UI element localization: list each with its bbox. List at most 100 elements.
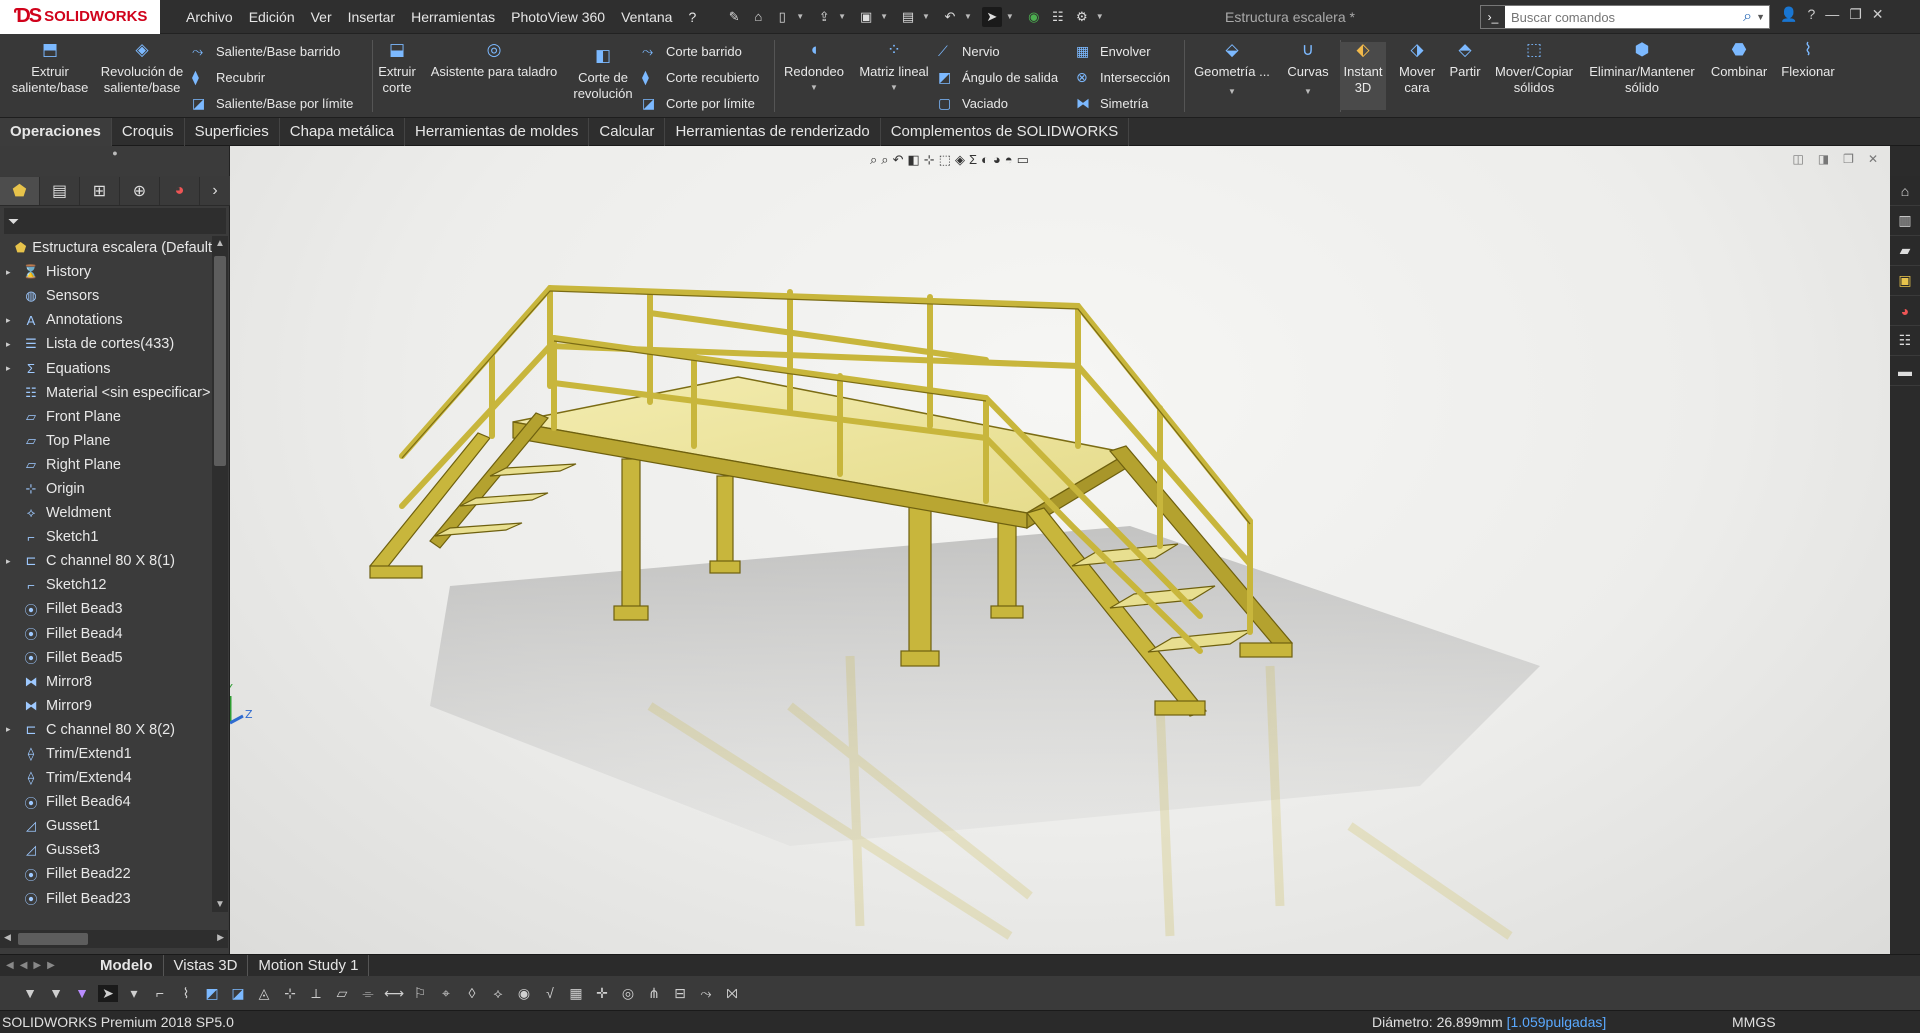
expand-chevron-icon[interactable]: ▸ bbox=[6, 267, 18, 278]
property-manager-tab-icon[interactable]: ▤ bbox=[40, 176, 80, 205]
tab-herramientas-moldes[interactable]: Herramientas de moldes bbox=[405, 118, 590, 146]
intersect-button[interactable]: ⊗ Intersección bbox=[1076, 66, 1170, 88]
scroll-up-icon[interactable]: ▲ bbox=[212, 238, 228, 249]
shell-button[interactable]: ▢ Vaciado bbox=[938, 92, 1008, 114]
filter-axes-icon[interactable]: ⟂ bbox=[306, 985, 326, 1002]
search-commands-input[interactable] bbox=[1505, 6, 1740, 28]
select-dropdown-icon[interactable]: ▾ bbox=[124, 985, 144, 1002]
options-gear-icon[interactable]: ⚙ bbox=[1072, 7, 1092, 27]
scroll-down-icon[interactable]: ▼ bbox=[212, 899, 228, 910]
split-button[interactable]: ⬘ Partir bbox=[1442, 41, 1488, 80]
pin-icon[interactable]: ✎ bbox=[724, 7, 744, 27]
tree-item[interactable]: ▸ ☰ Lista de cortes(433) bbox=[0, 332, 212, 356]
new-dropdown-icon[interactable]: ▼ bbox=[796, 12, 804, 21]
filter-holes-icon[interactable]: ◎ bbox=[618, 985, 638, 1002]
scroll-left-icon[interactable]: ◀ bbox=[4, 932, 11, 943]
tree-item[interactable]: ☷ Material <sin especificar> bbox=[0, 381, 212, 405]
tree-item[interactable]: ◿ Gusset1 bbox=[0, 814, 212, 838]
lofted-cut-button[interactable]: ⧫ Corte recubierto bbox=[642, 66, 759, 88]
solidworks-resources-icon[interactable]: ⌂ bbox=[1890, 176, 1920, 206]
select-icon[interactable]: ➤ bbox=[981, 6, 1002, 27]
home-icon[interactable]: ⌂ bbox=[748, 7, 768, 27]
swept-cut-button[interactable]: ⤳ Corte barrido bbox=[642, 40, 742, 62]
reference-geometry-button[interactable]: ⬙ Geometría ... ▼ bbox=[1188, 41, 1276, 100]
tree-item[interactable]: ▸ A Annotations bbox=[0, 308, 212, 332]
search-dropdown-icon[interactable]: ▼ bbox=[1756, 12, 1769, 22]
save-dropdown-icon[interactable]: ▼ bbox=[880, 12, 888, 21]
close-icon[interactable]: ✕ bbox=[1872, 6, 1884, 23]
filter-sketches-icon[interactable]: ⌯ bbox=[358, 985, 378, 1002]
view-palette-icon[interactable]: ▣ bbox=[1890, 266, 1920, 296]
curves-button[interactable]: ∪ Curvas ▼ bbox=[1280, 41, 1336, 100]
swept-boss-button[interactable]: ⤳ Saliente/Base barrido bbox=[192, 40, 340, 62]
delete-keep-body-button[interactable]: ⬢ Eliminar/Mantener sólido bbox=[1584, 41, 1700, 96]
tree-item[interactable]: ⌐ Sketch1 bbox=[0, 525, 212, 549]
filter-cosmetic-icon[interactable]: ⋔ bbox=[644, 985, 664, 1002]
filter-mates-icon[interactable]: ⨝ bbox=[722, 985, 742, 1002]
user-icon[interactable]: 👤 bbox=[1780, 6, 1797, 23]
menu-photoview[interactable]: PhotoView 360 bbox=[503, 9, 613, 25]
tab-navigation-arrows[interactable]: ◀◀▶▶ bbox=[0, 960, 90, 971]
tree-item[interactable]: ⦿ Fillet Bead22 bbox=[0, 862, 212, 886]
extruded-cut-button[interactable]: ⬓ Extruir corte bbox=[374, 41, 420, 96]
tree-item[interactable]: ⧓ Mirror9 bbox=[0, 694, 212, 718]
filter-surfaces-icon[interactable]: ◪ bbox=[228, 985, 248, 1002]
custom-properties-icon[interactable]: ☷ bbox=[1890, 326, 1920, 356]
tree-item[interactable]: ⟡ Weldment bbox=[0, 501, 212, 525]
new-file-icon[interactable]: ▯ bbox=[772, 7, 792, 27]
filter-gtol-icon[interactable]: ⌖ bbox=[436, 985, 456, 1002]
open-file-icon[interactable]: ⇪ bbox=[814, 7, 834, 27]
rib-button[interactable]: ⟋ Nervio bbox=[938, 40, 1000, 62]
ref-geometry-dropdown-icon[interactable]: ▼ bbox=[1188, 84, 1276, 100]
tree-item[interactable]: ▸ ⌛ History bbox=[0, 260, 212, 284]
menu-edicion[interactable]: Edición bbox=[241, 9, 303, 25]
tab-complementos[interactable]: Complementos de SOLIDWORKS bbox=[881, 118, 1130, 146]
expand-chevron-icon[interactable]: ▸ bbox=[6, 339, 18, 350]
expand-chevron-icon[interactable]: ▸ bbox=[6, 556, 18, 567]
filter-bodies-icon[interactable]: ◬ bbox=[254, 985, 274, 1002]
move-copy-bodies-button[interactable]: ⬚ Mover/Copiar sólidos bbox=[1488, 41, 1580, 96]
file-properties-icon[interactable]: ☷ bbox=[1048, 7, 1068, 27]
command-prompt-icon[interactable]: ›_ bbox=[1481, 6, 1505, 28]
scroll-thumb[interactable] bbox=[214, 256, 226, 466]
feature-manager-tab-icon[interactable]: ⬟ bbox=[0, 176, 40, 205]
pattern-dropdown-icon[interactable]: ▼ bbox=[852, 80, 936, 96]
select-pointer-icon[interactable]: ➤ bbox=[98, 984, 118, 1002]
expand-chevron-icon[interactable]: ▸ bbox=[6, 363, 18, 374]
tree-item[interactable]: ⌐ Sketch12 bbox=[0, 573, 212, 597]
tree-item[interactable]: ◍ Sensors bbox=[0, 284, 212, 308]
tree-item[interactable]: ▸ Σ Equations bbox=[0, 356, 212, 380]
unit-system[interactable]: MMGS bbox=[1732, 1014, 1776, 1030]
tab-croquis[interactable]: Croquis bbox=[112, 118, 185, 146]
tree-item[interactable]: ⦿ Fillet Bead4 bbox=[0, 622, 212, 646]
tree-item[interactable]: ▱ Top Plane bbox=[0, 429, 212, 453]
tab-operaciones[interactable]: Operaciones bbox=[0, 118, 112, 146]
filter-datum-icon[interactable]: ◊ bbox=[462, 985, 482, 1001]
expand-chevron-icon[interactable]: ▸ bbox=[6, 724, 18, 735]
hscroll-thumb[interactable] bbox=[18, 933, 88, 945]
open-dropdown-icon[interactable]: ▼ bbox=[838, 12, 846, 21]
staircase-platform-model[interactable]: Y X Z bbox=[230, 146, 1890, 954]
options-dropdown-icon[interactable]: ▼ bbox=[1096, 12, 1104, 21]
filter-all-icon[interactable]: ▼ bbox=[72, 985, 92, 1001]
filter-tables-icon[interactable]: ⊟ bbox=[670, 985, 690, 1002]
tab-chapa-metalica[interactable]: Chapa metálica bbox=[280, 118, 405, 146]
restore-icon[interactable]: ❐ bbox=[1849, 6, 1862, 23]
tree-item[interactable]: ▸ ⊏ C channel 80 X 8(2) bbox=[0, 718, 212, 742]
tab-motion-study-1[interactable]: Motion Study 1 bbox=[248, 954, 370, 977]
boundary-cut-button[interactable]: ◪ Corte por límite bbox=[642, 92, 755, 114]
rebuild-icon[interactable]: ◉ bbox=[1024, 7, 1044, 27]
minimize-icon[interactable]: — bbox=[1825, 6, 1839, 23]
filter-routing-icon[interactable]: ⤳ bbox=[696, 985, 716, 1002]
fillet-dropdown-icon[interactable]: ▼ bbox=[776, 80, 852, 96]
hole-wizard-button[interactable]: ◎ Asistente para taladro bbox=[424, 41, 564, 80]
solidworks-logo[interactable]: ƊS SOLIDWORKS bbox=[0, 0, 160, 34]
print-icon[interactable]: ▤ bbox=[898, 7, 918, 27]
filter-edges-icon[interactable]: ⌇ bbox=[176, 985, 196, 1002]
extrude-boss-button[interactable]: ⬒ Extruir saliente/base bbox=[6, 41, 94, 96]
tab-modelo[interactable]: Modelo bbox=[90, 954, 164, 977]
file-explorer-icon[interactable]: ▰ bbox=[1890, 236, 1920, 266]
filter-dims-icon[interactable]: ⟷ bbox=[384, 985, 404, 1002]
scroll-right-icon[interactable]: ▶ bbox=[217, 932, 224, 943]
save-icon[interactable]: ▣ bbox=[856, 7, 876, 27]
